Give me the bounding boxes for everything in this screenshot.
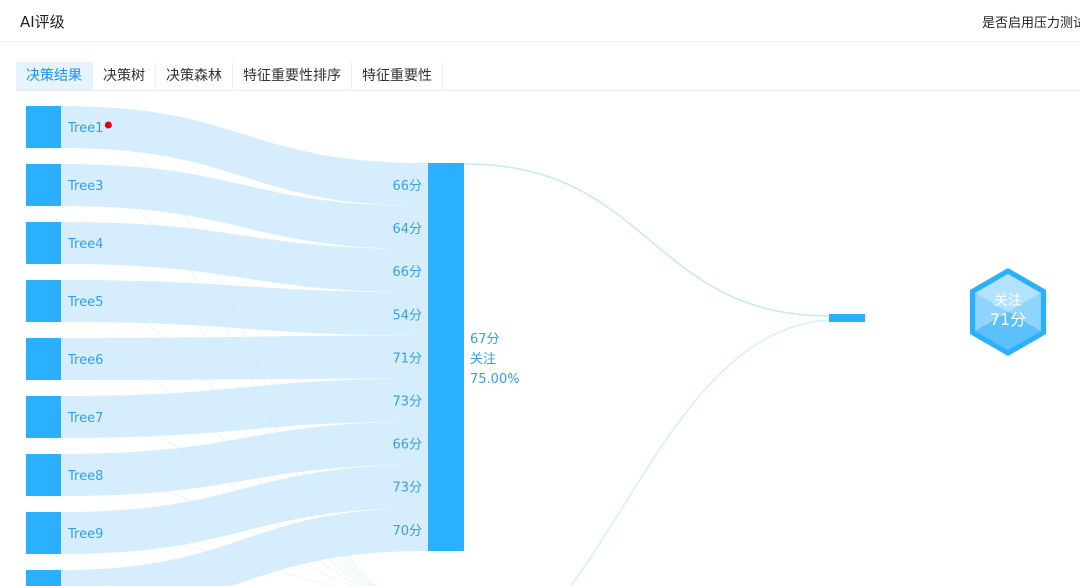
sankey-result-node[interactable] bbox=[829, 314, 865, 322]
stress-test-toggle-label[interactable]: 是否启用压力测试 bbox=[982, 12, 1080, 31]
sankey-tree-node[interactable] bbox=[26, 222, 61, 264]
sankey-tree-node[interactable] bbox=[26, 454, 61, 496]
tree-node-label: Tree9 bbox=[67, 527, 103, 542]
tab-decision-forest[interactable]: 决策森林 bbox=[156, 62, 233, 90]
sankey-link-tree-to-score bbox=[61, 335, 428, 380]
tree-score-label: 66分 bbox=[392, 179, 422, 194]
aggregate-level-label: 关注 bbox=[470, 352, 496, 367]
result-badge-level: 关注 bbox=[994, 293, 1022, 309]
tree-node-label: Tree3 bbox=[67, 179, 103, 194]
sankey-tree-node[interactable] bbox=[26, 512, 61, 554]
tree-score-label: 70分 bbox=[392, 524, 422, 539]
sankey-diagram: Tree1 Tree3 Tree4 Tree5 Tree6 Tree7 Tree8 Tree9… bbox=[26, 106, 1047, 586]
tab-feature-importance-ranking[interactable]: 特征重要性排序 bbox=[233, 62, 352, 90]
page-header: AI评级 是否启用压力测试 bbox=[0, 0, 1080, 42]
tree-node-label: Tree5 bbox=[67, 295, 103, 310]
sankey-link-result-lower bbox=[569, 319, 830, 586]
sankey-aggregate-node[interactable] bbox=[428, 163, 464, 551]
tree-node-label: Tree7 bbox=[67, 411, 103, 426]
tree-score-label: 54分 bbox=[392, 308, 422, 323]
sankey-tree-node[interactable] bbox=[26, 106, 61, 148]
sankey-tree-node[interactable] bbox=[26, 570, 61, 586]
aggregate-score-label: 67分 bbox=[470, 332, 500, 347]
tab-feature-importance[interactable]: 特征重要性 bbox=[352, 62, 443, 90]
tree-score-label: 73分 bbox=[392, 395, 422, 410]
sankey-link-score-to-result bbox=[463, 163, 830, 317]
tree-node-label: Tree8 bbox=[67, 469, 103, 484]
tree-score-label: 71分 bbox=[392, 351, 422, 366]
red-dot-marker-icon bbox=[104, 121, 112, 129]
tree-score-label: 66分 bbox=[392, 265, 422, 280]
tree-score-label: 64分 bbox=[392, 222, 422, 237]
tab-bar: 决策结果 决策树 决策森林 特征重要性排序 特征重要性 bbox=[16, 62, 1080, 91]
tree-node-label: Tree4 bbox=[67, 237, 103, 252]
tree-node-label: Tree1 bbox=[67, 121, 103, 136]
result-badge-score: 71分 bbox=[990, 310, 1026, 329]
tab-decision-tree[interactable]: 决策树 bbox=[93, 62, 156, 90]
tree-score-label: 66分 bbox=[392, 438, 422, 453]
sankey-tree-node[interactable] bbox=[26, 280, 61, 322]
sankey-tree-node[interactable] bbox=[26, 396, 61, 438]
tab-decision-result[interactable]: 决策结果 bbox=[16, 62, 93, 90]
tree-node-label: Tree6 bbox=[67, 353, 103, 368]
sankey-tree-node[interactable] bbox=[26, 164, 61, 206]
sankey-tree-node[interactable] bbox=[26, 338, 61, 380]
aggregate-percent-label: 75.00% bbox=[470, 372, 520, 387]
page-title: AI评级 bbox=[20, 13, 65, 31]
tree-score-label: 73分 bbox=[392, 481, 422, 496]
